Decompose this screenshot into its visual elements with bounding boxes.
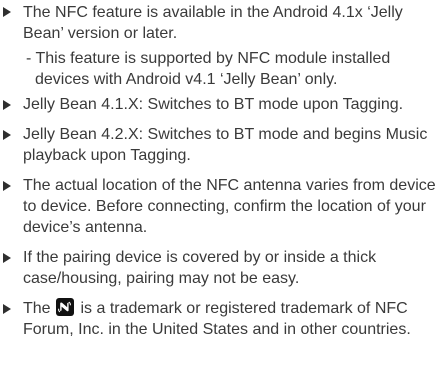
triangle-bullet-icon [3,130,11,140]
sub-note: - This feature is supported by NFC modul… [26,50,391,88]
triangle-bullet-icon [3,7,11,17]
triangle-bullet-icon [3,100,11,110]
note-text: The NFC feature is available in the Andr… [23,4,403,42]
note-item-jelly-bean-42: Jelly Bean 4.2.X: Switches to BT mode an… [0,124,443,166]
triangle-bullet-icon [3,253,11,263]
note-text: Jelly Bean 4.1.X: Switches to BT mode up… [23,96,404,113]
note-text: The actual location of the NFC antenna v… [23,177,436,236]
nfc-n-mark-icon [56,298,75,316]
nfc-notes-list: The NFC feature is available in the Andr… [0,0,443,349]
note-text-before-logo: The [23,300,51,317]
note-item-trademark: The is a trademark or registered tradema… [0,298,443,340]
note-item-thick-case: If the pairing device is covered by or i… [0,247,443,289]
note-item-antenna-location: The actual location of the NFC antenna v… [0,175,443,238]
note-text: Jelly Bean 4.2.X: Switches to BT mode an… [23,126,428,164]
note-text-after-logo: is a trademark or registered trademark o… [23,300,411,338]
note-item-jelly-bean-41: Jelly Bean 4.1.X: Switches to BT mode up… [0,94,443,115]
note-item-android-version: The NFC feature is available in the Andr… [0,0,443,90]
note-text: If the pairing device is covered by or i… [23,249,377,287]
triangle-bullet-icon [3,304,11,314]
triangle-bullet-icon [3,181,11,191]
